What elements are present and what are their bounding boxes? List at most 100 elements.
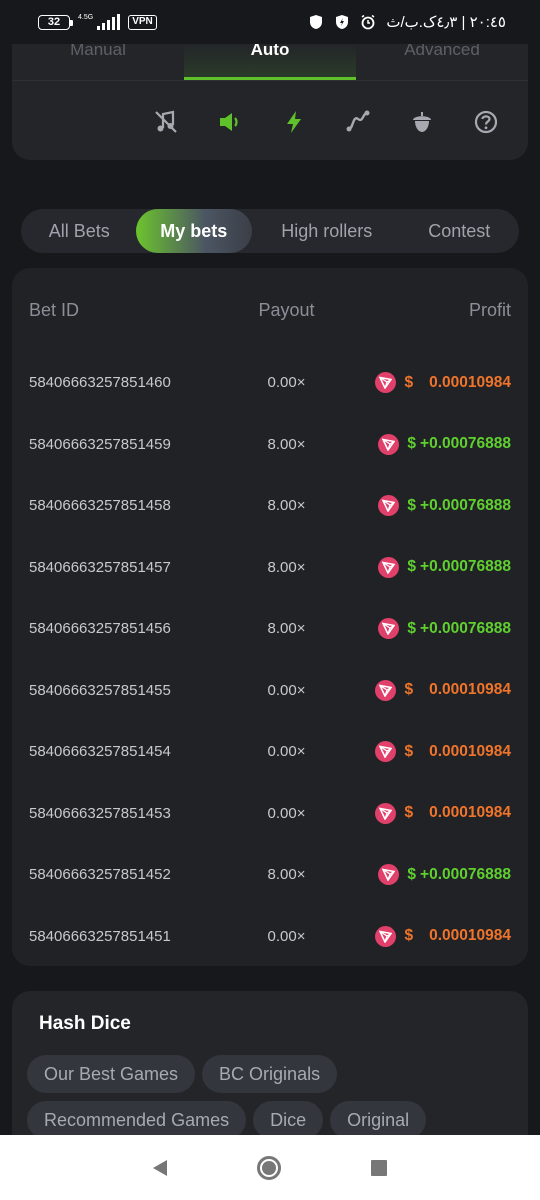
tron-coin-icon — [375, 802, 397, 824]
music-off-icon[interactable] — [150, 106, 182, 138]
profit: $0.00010984 — [354, 925, 511, 947]
lightning-icon[interactable] — [278, 106, 310, 138]
table-row[interactable]: 58406663257851456 8.00× $ +0.00076888 — [12, 598, 528, 660]
shield-bolt-icon — [336, 15, 349, 29]
bet-id: 58406663257851451 — [29, 927, 171, 945]
payout: 0.00× — [267, 681, 306, 699]
payout: 8.00× — [267, 866, 306, 884]
table-row[interactable]: 58406663257851453 0.00× $0.00010984 — [12, 783, 528, 845]
tab-my-bets[interactable]: My bets — [135, 209, 253, 253]
profit-amount: 0.00010984 — [429, 927, 511, 945]
profit-amount: +0.00076888 — [420, 558, 511, 576]
tron-coin-icon — [378, 556, 400, 578]
table-row[interactable]: 58406663257851452 8.00× $ +0.00076888 — [12, 844, 528, 906]
bet-controls-card: Manual Auto Advanced — [12, 44, 528, 160]
bet-id: 58406663257851455 — [29, 681, 171, 699]
header-bet-id: Bet ID — [29, 299, 80, 320]
payout: 0.00× — [267, 374, 306, 392]
status-bar: 32 4.5G VPN ٢٠:٤٥ | ٤٫٣ک.ب/ث — [0, 0, 540, 44]
tron-coin-icon — [375, 925, 397, 947]
tab-advanced[interactable]: Advanced — [356, 44, 528, 80]
profit: $ +0.00076888 — [354, 618, 511, 640]
back-icon[interactable] — [153, 1159, 167, 1176]
payout: 8.00× — [267, 435, 306, 453]
profit-amount: 0.00010984 — [429, 373, 511, 391]
bet-id: 58406663257851460 — [29, 374, 171, 392]
profit: $ +0.00076888 — [354, 556, 511, 578]
currency-symbol: $ — [407, 435, 417, 453]
profit-amount: +0.00076888 — [420, 865, 511, 883]
bets-table: Bet ID Payout Profit 58406663257851460 0.… — [12, 268, 528, 966]
profit-amount: +0.00076888 — [420, 496, 511, 514]
currency-symbol: $ — [407, 619, 417, 637]
currency-symbol: $ — [407, 496, 417, 514]
home-icon[interactable] — [257, 1155, 281, 1180]
alarm-icon — [361, 14, 375, 30]
tab-high-rollers[interactable]: High rollers — [252, 209, 401, 253]
tron-coin-icon — [375, 741, 397, 763]
profit: $ +0.00076888 — [354, 495, 511, 517]
table-row[interactable]: 58406663257851458 8.00× $ +0.00076888 — [12, 475, 528, 537]
tab-contest[interactable]: Contest — [401, 209, 517, 253]
table-row[interactable]: 58406663257851457 8.00× $ +0.00076888 — [12, 537, 528, 599]
table-row[interactable]: 58406663257851454 0.00× $0.00010984 — [12, 721, 528, 783]
vpn-badge: VPN — [128, 14, 157, 30]
header-payout: Payout — [258, 299, 315, 320]
tron-coin-icon — [375, 679, 397, 701]
tag-recommended-games[interactable]: Recommended Games — [27, 1101, 247, 1139]
header-profit: Profit — [468, 299, 511, 320]
table-row[interactable]: 58406663257851460 0.00× $0.00010984 — [12, 352, 528, 414]
bet-id: 58406663257851457 — [29, 558, 171, 576]
profit: $0.00010984 — [354, 372, 511, 394]
speaker-icon[interactable] — [214, 106, 246, 138]
profit: $0.00010984 — [354, 741, 511, 763]
table-row[interactable]: 58406663257851455 0.00× $0.00010984 — [12, 660, 528, 722]
tron-coin-icon — [378, 433, 400, 455]
profit: $ +0.00076888 — [354, 864, 511, 886]
profit: $ +0.00076888 — [354, 433, 511, 455]
tab-manual[interactable]: Manual — [12, 44, 184, 80]
bet-id: 58406663257851458 — [29, 497, 171, 515]
currency-symbol: $ — [404, 373, 414, 391]
currency-symbol: $ — [404, 804, 414, 822]
network-type: 4.5G — [78, 14, 94, 21]
profit: $0.00010984 — [354, 802, 511, 824]
tron-coin-icon — [378, 864, 400, 886]
tab-auto[interactable]: Auto — [184, 44, 356, 80]
tron-coin-icon — [375, 372, 397, 394]
bet-id: 58406663257851452 — [29, 866, 171, 884]
currency-symbol: $ — [404, 742, 414, 760]
recent-apps-icon[interactable] — [371, 1159, 387, 1176]
mode-tabs: Manual Auto Advanced — [12, 44, 528, 81]
status-right: ٢٠:٤٥ | ٤٫٣ک.ب/ث — [308, 13, 506, 31]
bet-id: 58406663257851454 — [29, 743, 171, 761]
currency-symbol: $ — [407, 865, 417, 883]
payout: 8.00× — [267, 558, 306, 576]
profit-amount: +0.00076888 — [420, 619, 511, 637]
tab-all-bets[interactable]: All Bets — [23, 209, 136, 253]
profit-amount: 0.00010984 — [429, 742, 511, 760]
payout: 0.00× — [267, 927, 306, 945]
bet-filter-tabs: All Bets My bets High rollers Contest — [21, 209, 519, 253]
table-header: Bet ID Payout Profit — [12, 268, 528, 352]
tag-our-best-games[interactable]: Our Best Games — [27, 1055, 196, 1093]
tool-icons — [12, 81, 528, 138]
tron-coin-icon — [378, 495, 400, 517]
help-icon[interactable] — [470, 106, 502, 138]
graph-icon[interactable] — [342, 106, 374, 138]
game-tags: Our Best Games BC Originals Recommended … — [27, 1055, 513, 1139]
table-body: 58406663257851460 0.00× $0.00010984 5840666… — [12, 352, 528, 967]
tag-original[interactable]: Original — [330, 1101, 427, 1139]
tag-bc-originals[interactable]: BC Originals — [202, 1055, 338, 1093]
acorn-icon[interactable] — [406, 106, 438, 138]
shield-icon — [310, 15, 323, 29]
tag-dice[interactable]: Dice — [253, 1101, 324, 1139]
bet-id: 58406663257851453 — [29, 804, 171, 822]
clock-text: ٢٠:٤٥ | ٤٫٣ک.ب/ث — [386, 14, 506, 31]
table-row[interactable]: 58406663257851451 0.00× $0.00010984 — [12, 906, 528, 968]
game-title: Hash Dice — [39, 1013, 131, 1034]
payout: 8.00× — [267, 497, 306, 515]
profit-amount: 0.00010984 — [429, 681, 511, 699]
currency-symbol: $ — [404, 927, 414, 945]
table-row[interactable]: 58406663257851459 8.00× $ +0.00076888 — [12, 414, 528, 476]
